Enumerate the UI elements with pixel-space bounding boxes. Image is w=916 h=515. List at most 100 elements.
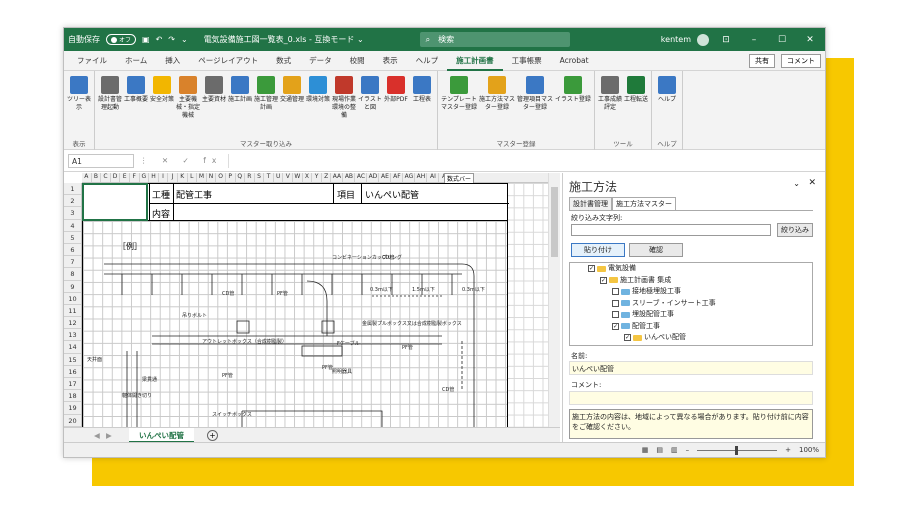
- cell-kouji-value[interactable]: 配管工事: [176, 188, 212, 201]
- minimize-icon[interactable]: –: [743, 35, 765, 45]
- column-header[interactable]: AI: [427, 173, 440, 182]
- tab-design-doc[interactable]: 設計書管理: [569, 197, 612, 210]
- add-sheet-icon[interactable]: +: [207, 430, 218, 441]
- redo-icon[interactable]: ↷: [168, 35, 175, 44]
- column-header[interactable]: F: [130, 173, 140, 182]
- column-header[interactable]: AG: [403, 173, 416, 182]
- column-header[interactable]: G: [140, 173, 150, 182]
- name-field[interactable]: いんぺい配管: [569, 361, 813, 375]
- row-header[interactable]: 2: [64, 195, 81, 208]
- page-break-icon[interactable]: ▥: [671, 446, 678, 454]
- column-header[interactable]: AD: [367, 173, 380, 182]
- tree-node[interactable]: ✓ 配管工事: [570, 321, 812, 333]
- column-header[interactable]: E: [120, 173, 130, 182]
- tree-node[interactable]: スリーブ・インサート工事: [570, 298, 812, 310]
- row-header[interactable]: 18: [64, 390, 81, 403]
- tab-method-master[interactable]: 施工方法マスター: [612, 197, 676, 210]
- search-box[interactable]: ⌕ 検索: [419, 32, 570, 47]
- tab-11[interactable]: Acrobat: [551, 51, 598, 71]
- normal-view-icon[interactable]: ▦: [642, 446, 649, 454]
- column-header[interactable]: AE: [379, 173, 392, 182]
- close-icon[interactable]: ✕: [799, 35, 821, 45]
- pane-close-icon[interactable]: ✕: [808, 178, 816, 188]
- row-header[interactable]: 7: [64, 256, 81, 269]
- column-header[interactable]: S: [255, 173, 265, 182]
- comment-button[interactable]: コメント: [781, 53, 821, 68]
- tree-node[interactable]: 埋設配管工事: [570, 309, 812, 321]
- column-header[interactable]: Z: [322, 173, 332, 182]
- column-header[interactable]: P: [226, 173, 236, 182]
- cell-koumoku[interactable]: 項目: [337, 188, 355, 201]
- pane-options-icon[interactable]: ⌄: [793, 179, 800, 188]
- zoom-in-icon[interactable]: +: [785, 446, 791, 454]
- page-layout-icon[interactable]: ▤: [656, 446, 663, 454]
- column-header[interactable]: AA: [331, 173, 344, 182]
- save-icon[interactable]: ▣: [142, 35, 150, 44]
- zoom-level[interactable]: 100%: [799, 446, 819, 454]
- column-header[interactable]: R: [245, 173, 255, 182]
- row-header[interactable]: 20: [64, 415, 81, 427]
- name-box[interactable]: A1: [68, 153, 134, 168]
- row-header[interactable]: 8: [64, 268, 81, 281]
- share-button[interactable]: 共有: [749, 53, 775, 68]
- column-header[interactable]: AC: [355, 173, 368, 182]
- row-header[interactable]: 17: [64, 378, 81, 391]
- column-header[interactable]: A: [82, 173, 92, 182]
- column-header[interactable]: L: [188, 173, 198, 182]
- column-header[interactable]: M: [197, 173, 207, 182]
- column-header[interactable]: I: [159, 173, 169, 182]
- vertical-scrollbar[interactable]: [548, 173, 560, 427]
- tree-node[interactable]: 接地極埋設工事: [570, 286, 812, 298]
- row-header[interactable]: 15: [64, 354, 81, 366]
- column-header[interactable]: X: [303, 173, 313, 182]
- row-header[interactable]: 3: [64, 207, 81, 220]
- row-header[interactable]: 10: [64, 293, 81, 305]
- checkbox-icon[interactable]: [612, 311, 619, 319]
- selected-cell[interactable]: [82, 183, 148, 221]
- tab-9[interactable]: 施工計画書: [447, 51, 503, 71]
- tree-node[interactable]: ✓ いんぺい配管: [570, 332, 812, 344]
- checkbox-icon[interactable]: [612, 299, 619, 307]
- row-header[interactable]: 14: [64, 341, 81, 354]
- prev-sheet-icon[interactable]: ◀: [94, 431, 100, 440]
- column-header[interactable]: U: [274, 173, 284, 182]
- column-header[interactable]: AF: [391, 173, 404, 182]
- column-header[interactable]: B: [92, 173, 102, 182]
- tab-3[interactable]: ページレイアウト: [189, 51, 267, 71]
- column-header[interactable]: AH: [415, 173, 428, 182]
- ribbon-display-icon[interactable]: ⊡: [715, 35, 737, 45]
- row-header[interactable]: 1: [64, 183, 81, 196]
- sheet-tab-inpei[interactable]: いんぺい配管: [129, 428, 194, 443]
- column-header[interactable]: N: [207, 173, 217, 182]
- tab-5[interactable]: データ: [300, 51, 341, 71]
- row-header[interactable]: 16: [64, 366, 81, 378]
- customize-icon[interactable]: ⌄: [181, 35, 188, 44]
- cell-naiyou[interactable]: 内容: [152, 207, 170, 220]
- tab-1[interactable]: ホーム: [116, 51, 156, 71]
- column-header[interactable]: C: [101, 173, 111, 182]
- column-header[interactable]: Y: [312, 173, 322, 182]
- method-tree[interactable]: ✓ 電気設備 ✓ 施工計画書 集成 接地極埋設工事 スリーブ・インサート工事 埋設配管工事 ✓…: [569, 262, 813, 346]
- column-header[interactable]: AB: [343, 173, 356, 182]
- row-header[interactable]: 9: [64, 281, 81, 293]
- paste-button[interactable]: 貼り付け: [571, 243, 625, 257]
- row-header[interactable]: 13: [64, 329, 81, 342]
- worksheet[interactable]: A B C D E F G H I J K L M N O P Q R S T U V W X Y Z AA AB AC AD AE AF AG…: [64, 173, 560, 427]
- column-header[interactable]: H: [149, 173, 159, 182]
- tab-0[interactable]: ファイル: [68, 51, 116, 71]
- column-header[interactable]: Q: [236, 173, 246, 182]
- row-header[interactable]: 4: [64, 220, 81, 232]
- checkbox-icon[interactable]: [612, 288, 619, 296]
- formula-input[interactable]: [228, 153, 821, 168]
- row-header[interactable]: 12: [64, 317, 81, 330]
- checkbox-icon[interactable]: ✓: [588, 265, 595, 273]
- row-header[interactable]: 11: [64, 305, 81, 318]
- tab-7[interactable]: 表示: [374, 51, 407, 71]
- checkbox-icon[interactable]: ✓: [600, 276, 607, 284]
- cell-kouji[interactable]: 工種: [152, 188, 170, 201]
- tree-node[interactable]: ✓ 施工計画書 集成: [570, 275, 812, 287]
- cell-koumoku-value[interactable]: いんぺい配管: [365, 188, 419, 201]
- zoom-out-icon[interactable]: –: [686, 446, 690, 454]
- column-header[interactable]: V: [283, 173, 294, 182]
- avatar[interactable]: [697, 33, 709, 46]
